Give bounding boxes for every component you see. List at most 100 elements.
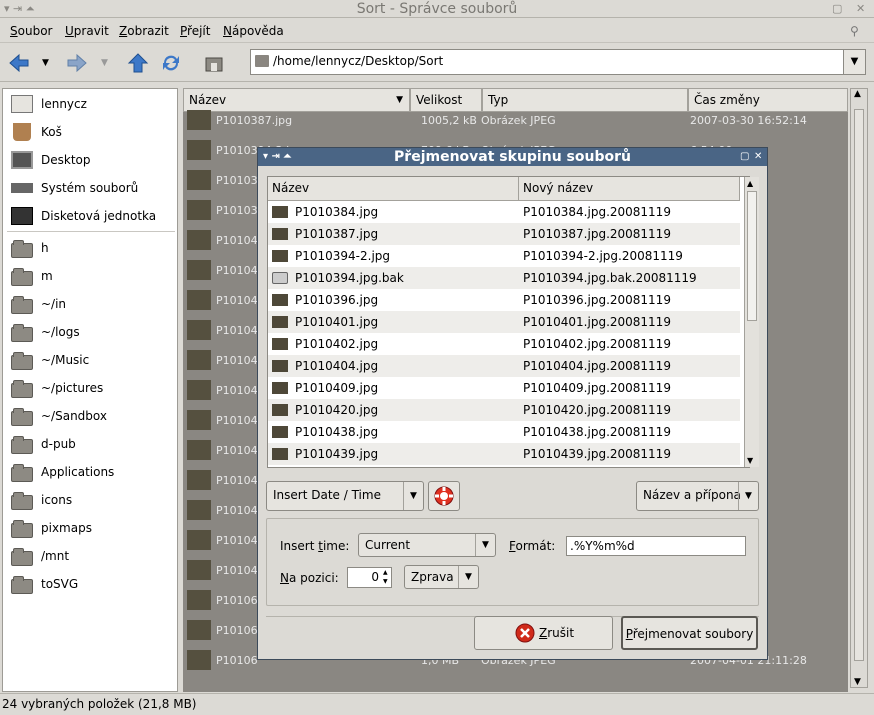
original-name: P1010401.jpg — [295, 315, 379, 329]
image-file-icon — [272, 316, 288, 328]
file-row[interactable]: P1010387.jpg 1005,2 kB Obrázek JPEG 2007-03… — [183, 106, 848, 136]
format-input[interactable]: .%Y%m%d — [566, 536, 746, 556]
refresh-icon[interactable] — [160, 52, 182, 74]
rename-row[interactable]: P1010404.jpg P1010404.jpg.20081119 — [268, 355, 740, 377]
sidebar-item-label: lennycz — [41, 97, 87, 111]
rename-row[interactable]: P1010394.jpg.bak P1010394.jpg.bak.2008111… — [268, 267, 740, 289]
original-name: P1010409.jpg — [295, 381, 379, 395]
location-path: /home/lennycz/Desktop/Sort — [273, 54, 444, 68]
rename-list-scrollbar[interactable]: ▲ ▼ — [744, 177, 759, 467]
bulk-rename-dialog: ▾ ⇥ ⏶ Přejmenovat skupinu souborů ▢ ✕ Ná… — [257, 147, 768, 660]
folder-icon — [11, 547, 33, 566]
file-name: P10104 — [216, 294, 258, 307]
sidebar-bookmark[interactable]: ~/in — [11, 293, 66, 315]
sidebar-bookmark[interactable]: ~/pictures — [11, 377, 103, 399]
spin-arrows-icon[interactable]: ▲ ▼ — [383, 568, 388, 586]
scroll-up-icon[interactable]: ▲ — [854, 89, 861, 99]
sidebar-bookmark[interactable]: pixmaps — [11, 517, 92, 539]
close-icon[interactable]: ✕ — [856, 2, 865, 16]
forward-history-chevron-icon[interactable]: ▼ — [101, 58, 108, 68]
up-arrow-icon[interactable] — [127, 52, 149, 74]
align-combo[interactable]: Zprava ▼ — [404, 565, 479, 589]
sidebar-separator — [7, 231, 175, 232]
image-file-icon — [272, 228, 288, 240]
menu-upravit[interactable]: Upravit — [65, 23, 109, 39]
sidebar-item-trash[interactable]: Koš — [11, 121, 62, 143]
dialog-close-icon[interactable]: ✕ — [754, 148, 762, 166]
cancel-button[interactable]: Zrušit — [474, 616, 613, 650]
sidebar-item-home[interactable]: lennycz — [11, 93, 87, 115]
rename-row[interactable]: P1010439.jpg P1010439.jpg.20081119 — [268, 443, 740, 465]
thumbnail-image — [187, 200, 211, 220]
original-name: P1010394-2.jpg — [295, 249, 391, 263]
scroll-down-icon[interactable]: ▼ — [747, 456, 753, 465]
forward-arrow-icon[interactable] — [66, 52, 88, 74]
back-arrow-icon[interactable] — [8, 52, 30, 74]
rename-row[interactable]: P1010409.jpg P1010409.jpg.20081119 — [268, 377, 740, 399]
action-combo[interactable]: Insert Date / Time ▼ — [266, 481, 424, 511]
thumbnail-image — [187, 350, 211, 370]
sidebar-bookmark[interactable]: Applications — [11, 461, 114, 483]
rename-row[interactable]: P1010402.jpg P1010402.jpg.20081119 — [268, 333, 740, 355]
file-size: 1005,2 kB — [421, 114, 477, 127]
help-button[interactable] — [428, 481, 460, 511]
menu-zobrazit[interactable]: Zobrazit — [119, 23, 169, 39]
sidebar-bookmark[interactable]: d-pub — [11, 433, 76, 455]
new-name: P1010401.jpg.20081119 — [523, 315, 671, 329]
scroll-thumb[interactable] — [854, 109, 864, 661]
original-name: P1010438.jpg — [295, 425, 379, 439]
menu-prejit[interactable]: Přejít — [180, 23, 210, 39]
menu-napoveda[interactable]: Nápověda — [223, 23, 284, 39]
column-header-new-name[interactable]: Nový název — [519, 177, 740, 201]
home-icon[interactable] — [203, 52, 225, 74]
insert-time-combo[interactable]: Current ▼ — [358, 533, 496, 557]
sidebar-item-label: ~/pictures — [41, 381, 104, 395]
rename-button[interactable]: Přejmenovat soubory — [621, 616, 758, 650]
sidebar: lennycz Koš Desktop Systém souborů Diske… — [2, 88, 178, 692]
thumbnail-image — [187, 290, 211, 310]
sidebar-bookmark[interactable]: h — [11, 237, 49, 259]
sidebar-bookmark[interactable]: m — [11, 265, 53, 287]
dialog-menu-icon[interactable]: ▾ ⇥ ⏶ — [263, 148, 291, 166]
sidebar-item-filesystem[interactable]: Systém souborů — [11, 177, 138, 199]
thumbnail-image — [187, 110, 211, 130]
sidebar-bookmark[interactable]: /mnt — [11, 545, 69, 567]
sidebar-item-label: Koš — [41, 125, 62, 139]
file-name: P10104 — [216, 504, 258, 517]
sidebar-bookmark[interactable]: ~/logs — [11, 321, 80, 343]
dialog-maximize-icon[interactable]: ▢ — [740, 148, 749, 166]
location-dropdown-icon[interactable]: ▼ — [843, 50, 865, 74]
thumbnail-image — [187, 470, 211, 490]
sidebar-bookmark[interactable]: ~/Sandbox — [11, 405, 107, 427]
sidebar-item-desktop[interactable]: Desktop — [11, 149, 91, 171]
sidebar-bookmark[interactable]: icons — [11, 489, 72, 511]
rename-row[interactable]: P1010401.jpg P1010401.jpg.20081119 — [268, 311, 740, 333]
thumbnail-image — [187, 560, 211, 580]
menu-soubor[interactable]: Soubor — [10, 23, 52, 39]
location-bar[interactable]: /home/lennycz/Desktop/Sort ▼ — [250, 49, 866, 75]
maximize-icon[interactable]: ▢ — [832, 2, 842, 16]
rename-row[interactable]: P1010387.jpg P1010387.jpg.20081119 — [268, 223, 740, 245]
thumbnail-image — [187, 500, 211, 520]
file-name: P10103 — [216, 204, 258, 217]
sidebar-bookmark[interactable]: ~/Music — [11, 349, 89, 371]
rename-row[interactable]: P1010396.jpg P1010396.jpg.20081119 — [268, 289, 740, 311]
back-history-chevron-icon[interactable]: ▼ — [42, 58, 49, 68]
thumbnail-image — [187, 170, 211, 190]
scope-combo[interactable]: Název a přípona ▼ — [636, 481, 759, 511]
sidebar-bookmark[interactable]: toSVG — [11, 573, 78, 595]
scroll-up-icon[interactable]: ▲ — [747, 179, 753, 188]
rename-row[interactable]: P1010438.jpg P1010438.jpg.20081119 — [268, 421, 740, 443]
scroll-down-icon[interactable]: ▼ — [854, 677, 861, 687]
file-name: P10104 — [216, 354, 258, 367]
scroll-thumb[interactable] — [747, 191, 757, 321]
sidebar-item-label: pixmaps — [41, 521, 92, 535]
folder-icon — [11, 491, 33, 510]
rename-row[interactable]: P1010420.jpg P1010420.jpg.20081119 — [268, 399, 740, 421]
file-list-scrollbar[interactable]: ▲ ▼ — [850, 88, 868, 688]
sidebar-item-floppy[interactable]: Disketová jednotka — [11, 205, 156, 227]
rename-row[interactable]: P1010384.jpg P1010384.jpg.20081119 — [268, 201, 740, 223]
file-name: P10104 — [216, 534, 258, 547]
column-header-name[interactable]: Název — [268, 177, 519, 201]
rename-row[interactable]: P1010394-2.jpg P1010394-2.jpg.20081119 — [268, 245, 740, 267]
